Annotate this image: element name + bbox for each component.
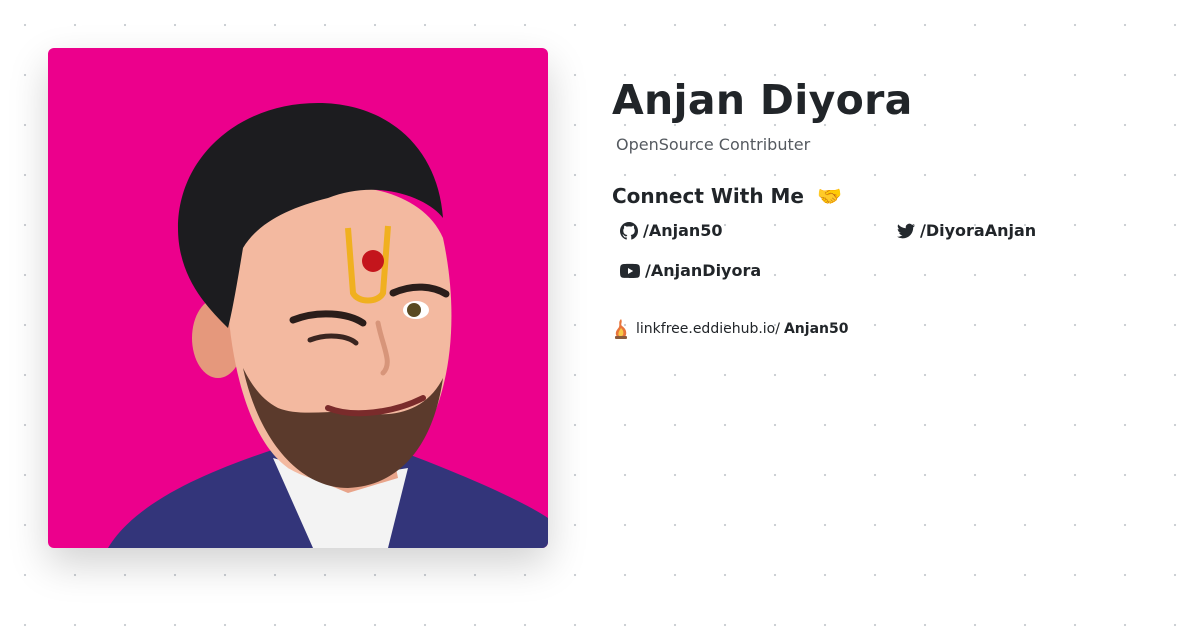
linkfree-url[interactable]: linkfree.eddiehub.io/ Anjan50 xyxy=(612,318,1172,340)
avatar-illustration xyxy=(48,48,548,548)
connect-heading-text: Connect With Me xyxy=(612,184,804,208)
github-icon xyxy=(620,222,638,240)
connect-heading: Connect With Me 🤝 xyxy=(612,182,1172,210)
handshake-icon: 🤝 xyxy=(816,184,842,208)
youtube-label: /AnjanDiyora xyxy=(645,261,762,280)
profile-info: Anjan Diyora OpenSource Contributer Conn… xyxy=(612,70,1172,340)
profile-bio: OpenSource Contributer xyxy=(616,135,811,154)
linkfree-logo-icon xyxy=(615,319,627,339)
social-links: /Anjan50 /DiyoraAnjan /AnjanDiyora xyxy=(612,218,1172,298)
profile-avatar xyxy=(48,48,548,548)
twitter-label: /DiyoraAnjan xyxy=(920,221,1037,240)
linkfree-domain: linkfree.eddiehub.io/ xyxy=(636,321,780,337)
profile-name: Anjan Diyora xyxy=(612,76,913,124)
twitter-icon xyxy=(897,223,915,239)
linkfree-username: Anjan50 xyxy=(783,321,849,337)
twitter-link[interactable]: /DiyoraAnjan xyxy=(897,220,1036,242)
github-label: /Anjan50 xyxy=(643,221,723,240)
youtube-link[interactable]: /AnjanDiyora xyxy=(620,260,761,282)
youtube-icon xyxy=(620,263,640,279)
github-link[interactable]: /Anjan50 xyxy=(620,220,723,242)
